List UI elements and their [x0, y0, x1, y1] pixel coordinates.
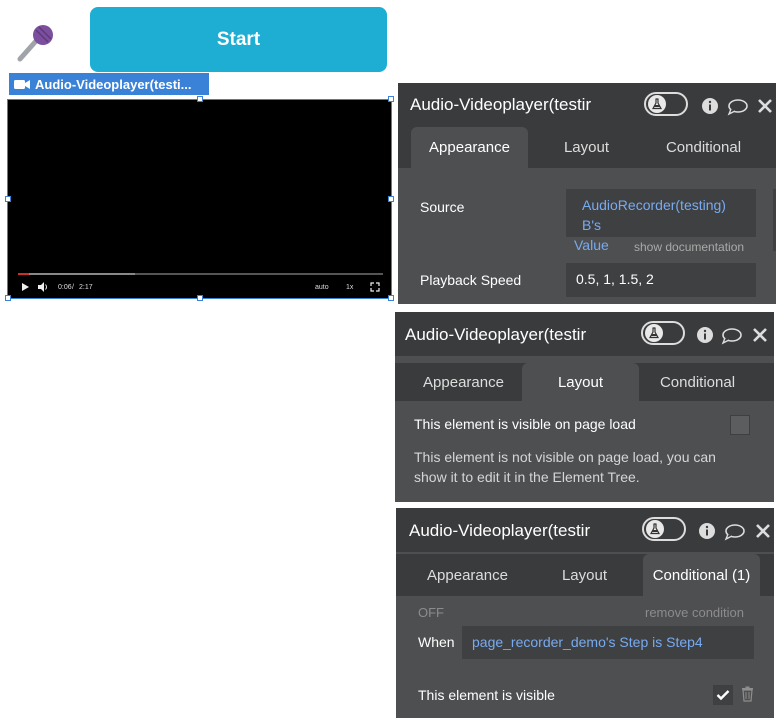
duration: 2:17: [79, 284, 93, 291]
progress-bar[interactable]: [18, 273, 383, 275]
panel-tabs: Appearance Layout Conditional: [398, 127, 776, 168]
resize-handle-bottom-right[interactable]: [388, 295, 394, 301]
close-icon[interactable]: [755, 523, 771, 539]
info-line-1: This element is not visible on page load…: [414, 449, 716, 465]
trash-icon[interactable]: [741, 686, 754, 702]
show-documentation-link[interactable]: show documentation: [634, 240, 744, 254]
resize-handle-right[interactable]: [388, 196, 394, 202]
video-player[interactable]: 0:06 / 2:17 auto 1x: [7, 99, 392, 299]
panel-title: Audio-Videoplayer(testir: [405, 325, 587, 344]
tab-layout[interactable]: Layout: [528, 127, 645, 168]
panel-header: Audio-Videoplayer(testir: [395, 312, 774, 356]
tab-conditional[interactable]: Conditional: [645, 127, 762, 168]
flask-icon: [649, 523, 661, 535]
playback-speed-label: Playback Speed: [420, 272, 522, 288]
tab-appearance[interactable]: Appearance: [405, 363, 522, 401]
tab-appearance[interactable]: Appearance: [409, 554, 526, 596]
playback-speed-field[interactable]: 0.5, 1, 1.5, 2: [566, 263, 756, 297]
video-camera-icon: [14, 80, 30, 89]
time-separator: /: [72, 284, 74, 291]
property-panel-appearance: Audio-Videoplayer(testir Appearance Layo…: [398, 83, 776, 304]
flask-icon: [648, 327, 660, 339]
quality-button[interactable]: auto: [315, 284, 329, 291]
test-mode-toggle[interactable]: [644, 92, 688, 116]
remove-condition-link[interactable]: remove condition: [645, 605, 744, 620]
playback-speed-value: 0.5, 1, 1.5, 2: [576, 271, 654, 287]
info-line-2: show it to edit it in the Element Tree.: [414, 469, 640, 485]
element-tag-label: Audio-Videoplayer(testi...: [35, 76, 192, 92]
visible-on-load-checkbox[interactable]: [730, 415, 750, 435]
current-time: 0:06: [58, 284, 72, 291]
element-visible-label: This element is visible: [418, 687, 555, 703]
panel-tabs: Appearance Layout Conditional (1): [396, 554, 774, 596]
property-panel-layout: Audio-Videoplayer(testir Appearance Layo…: [395, 312, 774, 502]
panel-header: Audio-Videoplayer(testir: [398, 83, 776, 127]
checkmark-icon: [716, 690, 730, 701]
source-value-line1: AudioRecorder(testing) B's: [582, 197, 726, 233]
tab-conditional[interactable]: Conditional (1): [643, 554, 760, 596]
fullscreen-icon[interactable]: [370, 282, 380, 292]
resize-handle-left[interactable]: [5, 196, 11, 202]
flask-icon: [651, 98, 663, 110]
element-tag[interactable]: Audio-Videoplayer(testi...: [9, 73, 209, 95]
comment-icon[interactable]: [724, 523, 745, 541]
element-visible-checkbox[interactable]: [713, 685, 733, 705]
microphone-icon[interactable]: [14, 22, 56, 64]
resize-handle-top[interactable]: [197, 96, 203, 102]
info-icon[interactable]: [701, 97, 719, 115]
info-icon[interactable]: [698, 522, 716, 540]
panel-title: Audio-Videoplayer(testir: [410, 95, 592, 114]
volume-icon[interactable]: [37, 281, 49, 293]
progress-played: [18, 273, 29, 275]
test-mode-toggle[interactable]: [642, 517, 686, 541]
source-field[interactable]: AudioRecorder(testing) B's Value: [566, 189, 756, 253]
tab-appearance[interactable]: Appearance: [411, 127, 528, 168]
resize-handle-bottom[interactable]: [197, 295, 203, 301]
test-mode-toggle[interactable]: [641, 321, 685, 345]
visibility-info-text: This element is not visible on page load…: [414, 447, 716, 487]
start-button[interactable]: Start: [90, 7, 387, 72]
panel-tabs: Appearance Layout Conditional: [395, 363, 774, 401]
comment-icon[interactable]: [721, 327, 742, 345]
condition-off-label[interactable]: OFF: [418, 605, 444, 620]
speed-button[interactable]: 1x: [346, 284, 353, 291]
tab-layout[interactable]: Layout: [522, 363, 639, 401]
progress-buffered: [18, 273, 135, 275]
panel-title: Audio-Videoplayer(testir: [409, 521, 591, 540]
close-icon[interactable]: [757, 98, 773, 114]
close-icon[interactable]: [752, 327, 768, 343]
panel-header: Audio-Videoplayer(testir: [396, 508, 774, 552]
resize-handle-bottom-left[interactable]: [5, 295, 11, 301]
tab-conditional[interactable]: Conditional: [639, 363, 756, 401]
info-icon[interactable]: [696, 326, 714, 344]
play-icon[interactable]: [20, 282, 30, 292]
source-label: Source: [420, 199, 465, 215]
when-expression-value: page_recorder_demo's Step is Step4: [472, 634, 703, 650]
resize-handle-top-right[interactable]: [388, 96, 394, 102]
when-label: When: [418, 634, 455, 650]
comment-icon[interactable]: [727, 98, 748, 116]
visible-on-load-label: This element is visible on page load: [414, 416, 636, 432]
tab-layout[interactable]: Layout: [526, 554, 643, 596]
property-panel-conditional: Audio-Videoplayer(testir Appearance Layo…: [396, 508, 774, 718]
when-expression-field[interactable]: page_recorder_demo's Step is Step4: [462, 626, 754, 659]
